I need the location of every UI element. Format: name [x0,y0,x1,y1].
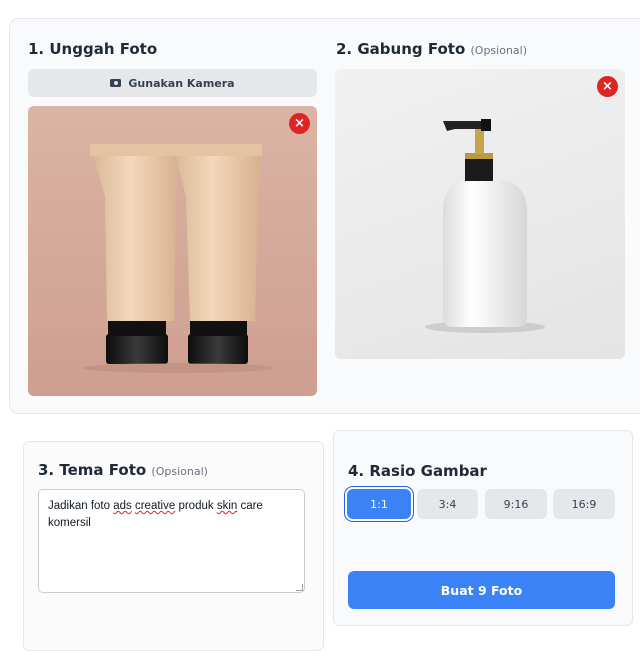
upload-title: 1. Unggah Foto [28,40,158,58]
ratio-option-3-4[interactable]: 3:4 [417,489,478,519]
merge-title-text: 2. Gabung Foto [336,40,466,58]
merge-title: 2. Gabung Foto (Opsional) [336,40,527,58]
camera-icon [110,79,122,87]
theme-textarea[interactable]: Jadikan foto ads creative produk skin ca… [38,489,305,593]
pump-bottle-image [425,119,545,333]
merge-photo-preview [335,69,625,359]
textarea-resize-handle[interactable] [296,584,303,591]
remove-merge-button[interactable]: × [597,76,618,97]
merge-optional-label: (Opsional) [470,44,528,57]
ratio-option-1-1[interactable]: 1:1 [347,489,411,519]
theme-text-ads: ads [113,500,132,512]
theme-text-pre: Jadikan foto [48,500,114,512]
theme-optional-label: (Opsional) [151,465,208,478]
ratio-option-9-16[interactable]: 9:16 [485,489,547,519]
ratio-option-16-9[interactable]: 16:9 [553,489,615,519]
generate-photos-button[interactable]: Buat 9 Foto [348,571,615,609]
skincare-tubes-image [28,144,317,396]
theme-title: 3. Tema Foto (Opsional) [38,461,208,479]
theme-text-skin: skin [216,500,238,512]
theme-text-mid: produk [175,500,217,512]
theme-title-text: 3. Tema Foto [38,461,147,479]
uploaded-photo-preview [28,106,317,396]
use-camera-button[interactable]: Gunakan Kamera [28,69,317,97]
ratio-title: 4. Rasio Gambar [348,462,487,480]
use-camera-label: Gunakan Kamera [128,76,235,90]
remove-upload-button[interactable]: × [289,113,310,134]
theme-text-creative: creative [134,500,176,512]
